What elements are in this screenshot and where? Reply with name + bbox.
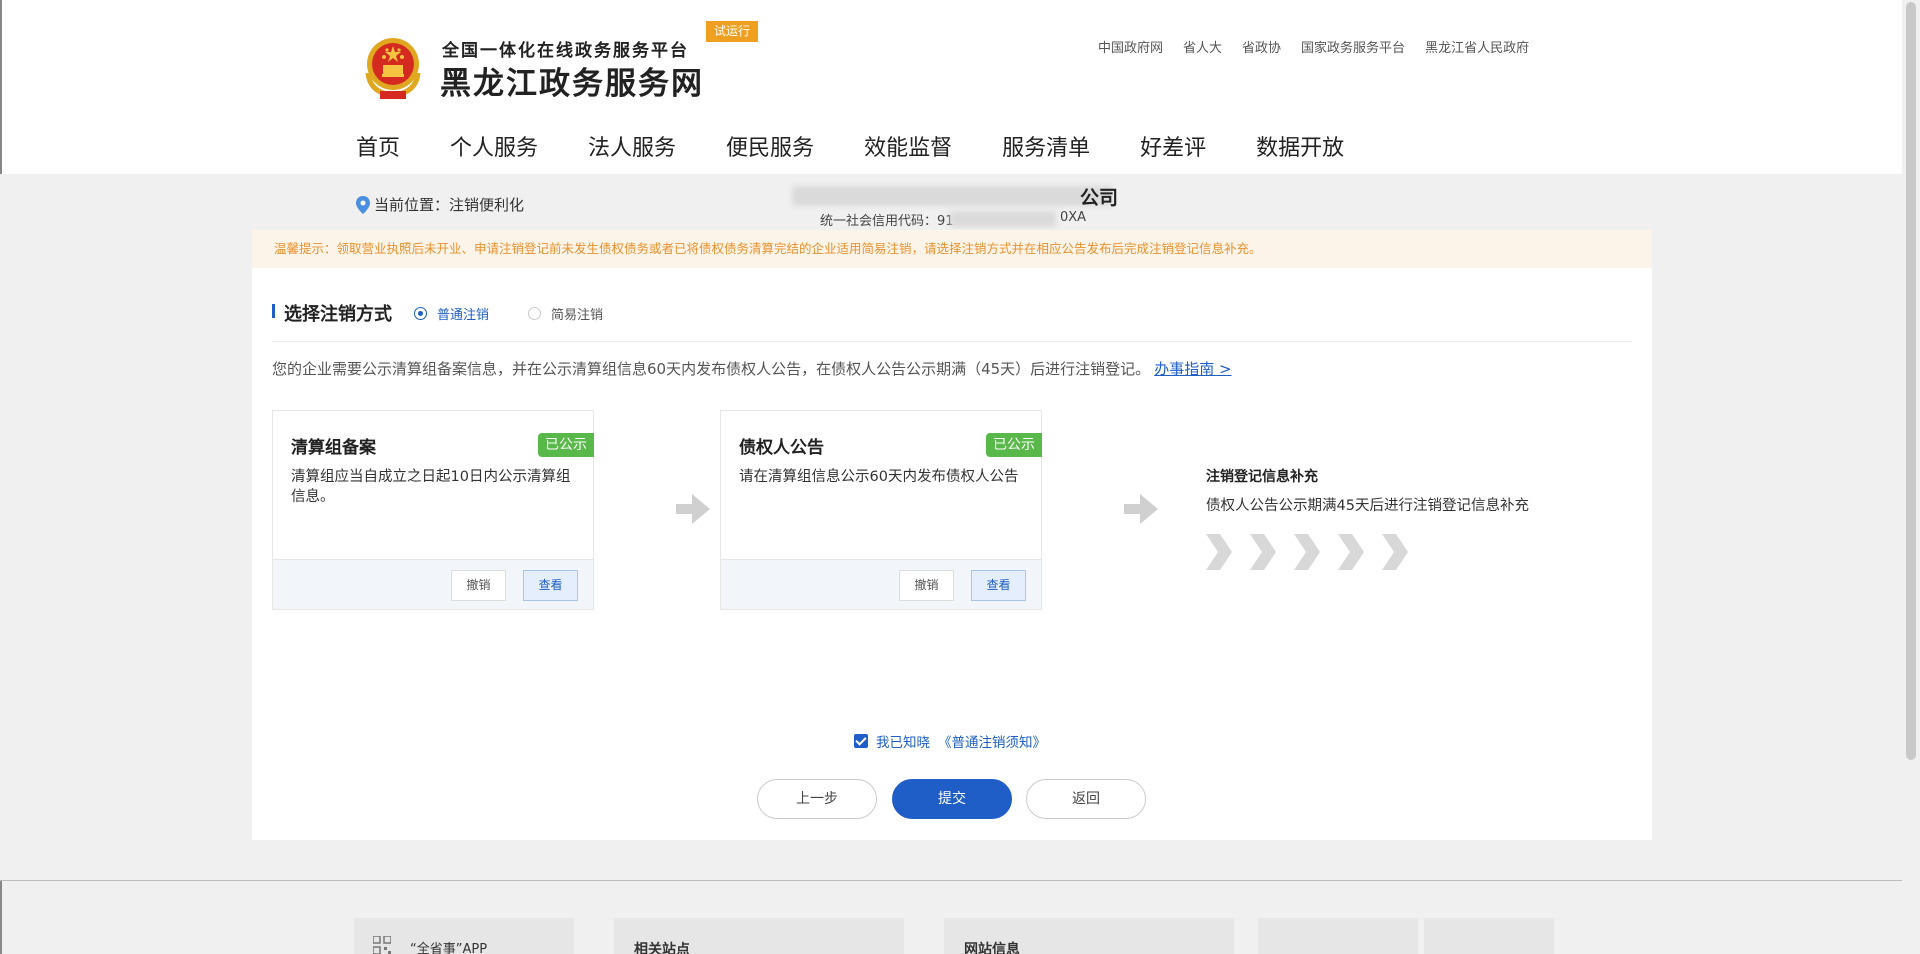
revoke-button[interactable]: 撤销 xyxy=(899,570,954,601)
main-nav: 首页 个人服务 法人服务 便民服务 效能监督 服务清单 好差评 数据开放 xyxy=(356,130,1394,162)
window-left-border-bottom xyxy=(0,880,2,954)
step-title: 债权人公告 xyxy=(739,438,824,458)
credit-code-suffix: 0XA xyxy=(1060,210,1087,225)
guide-link[interactable]: 办事指南 > xyxy=(1154,360,1231,378)
checkbox-checked-icon[interactable] xyxy=(854,734,868,748)
footer-divider xyxy=(0,880,1902,881)
view-button[interactable]: 查看 xyxy=(523,570,578,601)
card-footer: 撤销 查看 xyxy=(273,559,593,609)
top-link-npc[interactable]: 省人大 xyxy=(1183,37,1222,56)
deregistration-panel: 温馨提示：领取营业执照后未开业、申请注销登记前未发生债权债务或者已将债权债务清算… xyxy=(252,230,1652,840)
radio-simple-deregistration[interactable]: 简易注销 xyxy=(528,304,603,323)
radio-label: 普通注销 xyxy=(437,308,490,323)
nav-service-list[interactable]: 服务清单 xyxy=(1002,130,1090,162)
site-title[interactable]: 黑龙江政务服务网 xyxy=(440,58,704,103)
section-title: 选择注销方式 xyxy=(284,304,392,325)
site-header: 全国一体化在线政务服务平台 黑龙江政务服务网 试运行 中国政府网 省人大 省政协… xyxy=(2,0,1902,174)
revoke-button[interactable]: 撤销 xyxy=(451,570,506,601)
section-divider xyxy=(272,341,1632,342)
status-badge: 已公示 xyxy=(986,433,1042,457)
nav-rating[interactable]: 好差评 xyxy=(1140,130,1206,162)
agreement-prefix: 我已知晓 xyxy=(876,735,930,751)
footer-badge-box-2 xyxy=(1424,918,1554,954)
trial-badge: 试运行 xyxy=(706,21,758,42)
step-description: 请在清算组信息公示60天内发布债权人公告 xyxy=(739,469,1019,485)
view-button[interactable]: 查看 xyxy=(971,570,1026,601)
agreement-link[interactable]: 《普通注销须知》 xyxy=(938,731,1046,751)
process-description: 您的企业需要公示清算组备案信息，并在公示清算组信息60天内发布债权人公告，在债权… xyxy=(272,358,1232,379)
top-link-gov[interactable]: 中国政府网 xyxy=(1098,37,1163,56)
redacted-company-name xyxy=(792,186,1112,206)
company-name: 公司 xyxy=(1080,187,1119,209)
top-link-cppcc[interactable]: 省政协 xyxy=(1242,37,1281,56)
national-emblem-icon xyxy=(365,38,421,99)
top-link-provincial-gov[interactable]: 黑龙江省人民政府 xyxy=(1425,37,1529,56)
step-title: 清算组备案 xyxy=(291,438,376,458)
step-description-info-supplement: 债权人公告公示期满45天后进行注销登记信息补充 xyxy=(1206,498,1529,514)
submit-button[interactable]: 提交 xyxy=(892,779,1012,819)
credit-code-prefix: 统一社会信用代码：91 xyxy=(820,214,954,229)
radio-dot-icon xyxy=(414,307,427,320)
breadcrumb-text: 当前位置：注销便利化 xyxy=(374,196,525,214)
step-description: 清算组应当自成立之日起10日内公示清算组信息。 xyxy=(291,469,571,505)
scrollbar-thumb[interactable] xyxy=(1906,2,1916,760)
top-link-national-platform[interactable]: 国家政务服务平台 xyxy=(1301,37,1405,56)
step-card-liquidation-filing: 清算组备案 已公示 清算组应当自成立之日起10日内公示清算组信息。 撤销 查看 xyxy=(272,410,594,610)
arrow-right-icon xyxy=(1124,494,1158,524)
step-title-info-supplement: 注销登记信息补充 xyxy=(1206,469,1318,485)
breadcrumb: 当前位置：注销便利化 xyxy=(356,194,524,215)
prev-step-button[interactable]: 上一步 xyxy=(757,779,877,819)
step-card-creditor-announcement: 债权人公告 已公示 请在清算组信息公示60天内发布债权人公告 撤销 查看 xyxy=(720,410,1042,610)
footer-app-label[interactable]: “全省事”APP xyxy=(410,938,487,954)
radio-dot-icon xyxy=(528,307,541,320)
arrow-right-icon xyxy=(676,494,710,524)
nav-personal-services[interactable]: 个人服务 xyxy=(450,130,538,162)
footer-related-sites: 相关站点 xyxy=(634,942,690,954)
radio-label: 简易注销 xyxy=(551,308,604,323)
warm-notice: 温馨提示：领取营业执照后未开业、申请注销登记前未发生债权债务或者已将债权债务清算… xyxy=(252,230,1652,268)
section-accent-bar xyxy=(272,304,275,318)
agreement-checkbox[interactable]: 我已知晓 《普通注销须知》 xyxy=(854,731,1046,751)
back-button[interactable]: 返回 xyxy=(1026,779,1146,819)
location-pin-icon xyxy=(356,195,370,214)
top-links: 中国政府网 省人大 省政协 国家政务服务平台 黑龙江省人民政府 xyxy=(1098,37,1529,56)
nav-efficiency-supervision[interactable]: 效能监督 xyxy=(864,130,952,162)
nav-corporate-services[interactable]: 法人服务 xyxy=(588,130,676,162)
qr-code-icon xyxy=(373,936,391,954)
radio-normal-deregistration[interactable]: 普通注销 xyxy=(414,304,489,323)
footer-badge-box-1 xyxy=(1258,918,1418,954)
status-badge: 已公示 xyxy=(538,433,594,457)
footer-site-info: 网站信息 xyxy=(964,942,1020,954)
nav-home[interactable]: 首页 xyxy=(356,130,400,162)
credit-code: 统一社会信用代码：91 xyxy=(820,210,954,229)
card-footer: 撤销 查看 xyxy=(721,559,1041,609)
nav-convenience-services[interactable]: 便民服务 xyxy=(726,130,814,162)
nav-open-data[interactable]: 数据开放 xyxy=(1256,130,1344,162)
redacted-credit-code xyxy=(950,211,1056,227)
description-text: 您的企业需要公示清算组备案信息，并在公示清算组信息60天内发布债权人公告，在债权… xyxy=(272,360,1151,378)
progress-chevrons-icon xyxy=(1206,534,1408,570)
